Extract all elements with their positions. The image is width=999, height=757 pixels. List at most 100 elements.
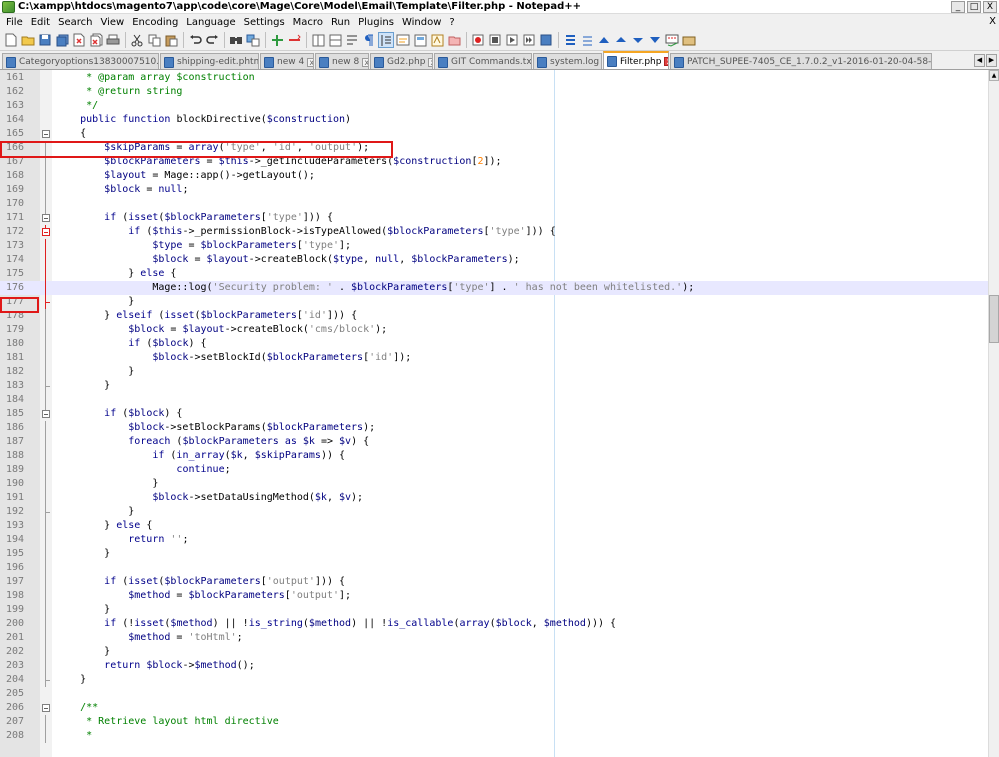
- code-line[interactable]: 205: [0, 687, 988, 701]
- code-line[interactable]: 167 $blockParameters = $this->_getInclud…: [0, 155, 988, 169]
- code-line[interactable]: 179 $block = $layout->createBlock('cms/b…: [0, 323, 988, 337]
- code-line[interactable]: 175 } else {: [0, 267, 988, 281]
- close-button[interactable]: X: [983, 1, 997, 13]
- menu-file[interactable]: File: [2, 17, 27, 28]
- word-wrap-icon[interactable]: [344, 32, 360, 48]
- code-line[interactable]: 186 $block->setBlockParams($blockParamet…: [0, 421, 988, 435]
- code-line[interactable]: 181 $block->setBlockId($blockParameters[…: [0, 351, 988, 365]
- menu-window[interactable]: Window: [398, 17, 445, 28]
- tab-git-commands[interactable]: GIT Commands.txt x: [434, 53, 532, 69]
- fold-toggle-icon[interactable]: [40, 127, 52, 141]
- code-line[interactable]: 192 }: [0, 505, 988, 519]
- code-line[interactable]: 169 $block = null;: [0, 183, 988, 197]
- fold-toggle-icon[interactable]: [40, 211, 52, 225]
- menu-settings[interactable]: Settings: [240, 17, 289, 28]
- tab-patch-supee[interactable]: PATCH_SUPEE-7405_CE_1.7.0.2_v1-2016-01-2…: [670, 53, 932, 69]
- code-line[interactable]: 174 $block = $layout->createBlock($type,…: [0, 253, 988, 267]
- code-line[interactable]: 207 * Retrieve layout html directive: [0, 715, 988, 729]
- undo-icon[interactable]: [187, 32, 203, 48]
- spellcheck-settings-icon[interactable]: [681, 32, 697, 48]
- close-all-icon[interactable]: [88, 32, 104, 48]
- code-line[interactable]: 203 return $block->$method();: [0, 659, 988, 673]
- code-line[interactable]: 176 Mage::log('Security problem: ' . $bl…: [0, 281, 988, 295]
- open-file-icon[interactable]: [20, 32, 36, 48]
- scroll-up-icon[interactable]: ▲: [989, 70, 999, 81]
- code-line[interactable]: 202 }: [0, 645, 988, 659]
- code-line[interactable]: 196: [0, 561, 988, 575]
- user-defined-lang-icon[interactable]: [395, 32, 411, 48]
- code-line[interactable]: 162 * @return string: [0, 85, 988, 99]
- save-macro-icon[interactable]: [538, 32, 554, 48]
- code-line[interactable]: 185 if ($block) {: [0, 407, 988, 421]
- tab-close-icon[interactable]: x: [307, 57, 313, 67]
- stop-macro-icon[interactable]: [487, 32, 503, 48]
- vertical-scrollbar[interactable]: ▲: [988, 70, 999, 757]
- maximize-button[interactable]: □: [967, 1, 981, 13]
- scrollbar-thumb[interactable]: [989, 295, 999, 343]
- last-diff-icon[interactable]: [647, 32, 663, 48]
- code-line[interactable]: 190 }: [0, 477, 988, 491]
- record-macro-icon[interactable]: [470, 32, 486, 48]
- function-list-icon[interactable]: [429, 32, 445, 48]
- code-line[interactable]: 165 {: [0, 127, 988, 141]
- copy-icon[interactable]: [146, 32, 162, 48]
- tab-system-log[interactable]: system.log x: [533, 53, 602, 69]
- new-file-icon[interactable]: [3, 32, 19, 48]
- code-line[interactable]: 187 foreach ($blockParameters as $k => $…: [0, 435, 988, 449]
- menu-language[interactable]: Language: [182, 17, 239, 28]
- play-macro-icon[interactable]: [504, 32, 520, 48]
- menu-search[interactable]: Search: [54, 17, 96, 28]
- tab-close-icon[interactable]: x: [664, 57, 668, 66]
- sync-horizontal-icon[interactable]: [327, 32, 343, 48]
- zoom-in-icon[interactable]: [269, 32, 285, 48]
- code-line[interactable]: 180 if ($block) {: [0, 337, 988, 351]
- close-file-icon[interactable]: [71, 32, 87, 48]
- code-line[interactable]: 177 }: [0, 295, 988, 309]
- code-line[interactable]: 206 /**: [0, 701, 988, 715]
- code-editor[interactable]: 161 * @param array $construction 162 * @r…: [0, 70, 999, 757]
- fold-toggle-icon[interactable]: [40, 407, 52, 421]
- code-line[interactable]: 166 $skipParams = array('type', 'id', 'o…: [0, 141, 988, 155]
- tab-scroll-right-icon[interactable]: ▶: [986, 54, 997, 67]
- code-line[interactable]: 193 } else {: [0, 519, 988, 533]
- code-line[interactable]: 199 }: [0, 603, 988, 617]
- run-macro-multiple-icon[interactable]: [521, 32, 537, 48]
- code-line[interactable]: 173 $type = $blockParameters['type'];: [0, 239, 988, 253]
- menu-run[interactable]: Run: [327, 17, 354, 28]
- menu-help[interactable]: ?: [445, 17, 458, 28]
- first-diff-icon[interactable]: [596, 32, 612, 48]
- tab-shipping-edit[interactable]: shipping-edit.phtml x: [160, 53, 259, 69]
- tab-filter-php[interactable]: Filter.php x: [603, 51, 669, 69]
- tab-scroll-left-icon[interactable]: ◀: [974, 54, 985, 67]
- tab-close-icon[interactable]: x: [428, 57, 432, 67]
- code-line[interactable]: 197 if (isset($blockParameters['output']…: [0, 575, 988, 589]
- menu-macro[interactable]: Macro: [289, 17, 327, 28]
- clear-compare-icon[interactable]: [579, 32, 595, 48]
- menu-plugins[interactable]: Plugins: [354, 17, 398, 28]
- menu-view[interactable]: View: [96, 17, 128, 28]
- replace-icon[interactable]: [245, 32, 261, 48]
- menu-edit[interactable]: Edit: [27, 17, 54, 28]
- tab-close-icon[interactable]: x: [362, 57, 368, 67]
- code-line[interactable]: 161 * @param array $construction: [0, 71, 988, 85]
- save-all-icon[interactable]: [54, 32, 70, 48]
- compare-icon[interactable]: [562, 32, 578, 48]
- code-line[interactable]: 188 if (in_array($k, $skipParams)) {: [0, 449, 988, 463]
- code-line[interactable]: 171 if (isset($blockParameters['type']))…: [0, 211, 988, 225]
- cut-icon[interactable]: [129, 32, 145, 48]
- menu-encoding[interactable]: Encoding: [128, 17, 182, 28]
- tab-categoryoptions[interactable]: Categoryoptions13830007510.php x: [2, 53, 159, 69]
- tab-new-4[interactable]: new 4 x: [260, 53, 314, 69]
- document-close-button[interactable]: X: [989, 16, 996, 27]
- folder-workspace-icon[interactable]: [446, 32, 462, 48]
- code-line[interactable]: 164 public function blockDirective($cons…: [0, 113, 988, 127]
- code-line[interactable]: 172 if ($this->_permissionBlock->isTypeA…: [0, 225, 988, 239]
- fold-toggle-icon[interactable]: [40, 225, 52, 239]
- code-line[interactable]: 170: [0, 197, 988, 211]
- next-diff-icon[interactable]: [630, 32, 646, 48]
- doc-map-icon[interactable]: [412, 32, 428, 48]
- code-line[interactable]: 201 $method = 'toHtml';: [0, 631, 988, 645]
- print-icon[interactable]: [105, 32, 121, 48]
- minimize-button[interactable]: _: [951, 1, 965, 13]
- code-line[interactable]: 200 if (!isset($method) || !is_string($m…: [0, 617, 988, 631]
